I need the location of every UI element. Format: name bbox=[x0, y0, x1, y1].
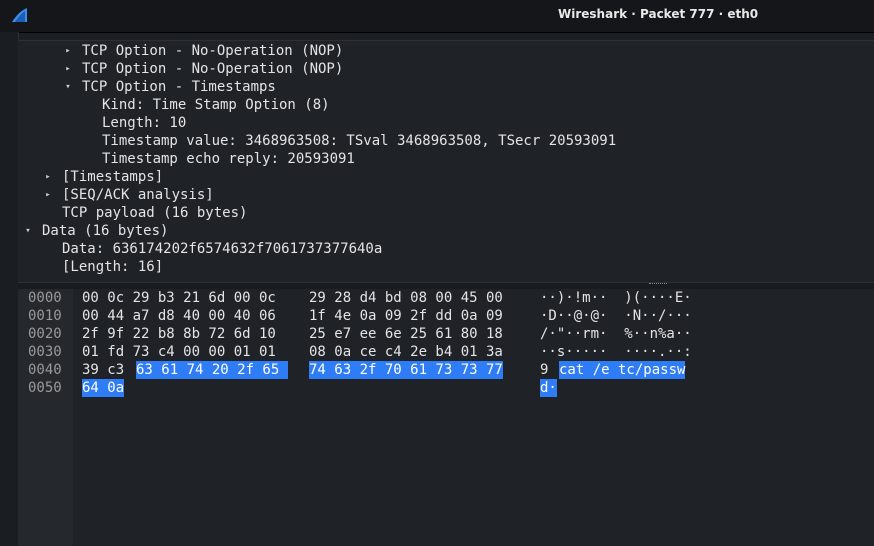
collapse-arrow-icon[interactable]: ▾ bbox=[22, 222, 34, 240]
tree-item-timestamps[interactable]: [Timestamps] bbox=[62, 168, 163, 186]
expand-arrow-icon[interactable]: ▸ bbox=[42, 168, 54, 186]
byte-offset: 0030 bbox=[28, 344, 62, 360]
tree-item-tcp-payload[interactable]: TCP payload (16 bytes) bbox=[62, 204, 247, 222]
tree-item-timestamp-value[interactable]: Timestamp value: 3468963508: TSval 34689… bbox=[102, 132, 616, 150]
byte-offset: 0000 bbox=[28, 290, 62, 306]
expand-arrow-icon[interactable]: ▸ bbox=[62, 60, 74, 78]
splitter-grip-icon[interactable] bbox=[649, 283, 667, 287]
ascii-bytes[interactable]: ·D··@·@· ·N··/··· bbox=[540, 307, 692, 325]
packet-details-pane[interactable]: ▸ TCP Option - No-Operation (NOP) ▸ TCP … bbox=[18, 40, 874, 283]
tree-item-data-length[interactable]: [Length: 16] bbox=[62, 258, 163, 276]
collapse-arrow-icon[interactable]: ▾ bbox=[62, 78, 74, 96]
tree-item-kind[interactable]: Kind: Time Stamp Option (8) bbox=[102, 96, 330, 114]
hex-bytes[interactable]: 25 e7 ee 6e 25 61 80 18 bbox=[309, 325, 503, 343]
selected-hex-bytes[interactable]: 63 61 74 20 2f 65 bbox=[136, 361, 289, 379]
hex-bytes[interactable]: 1f 4e 0a 09 2f dd 0a 09 bbox=[309, 307, 503, 325]
byte-offset: 0050 bbox=[28, 380, 62, 396]
selected-hex-bytes[interactable]: 64 0a bbox=[82, 379, 125, 397]
tree-item-tcp-option-nop[interactable]: TCP Option - No-Operation (NOP) bbox=[82, 42, 343, 60]
byte-offset: 0020 bbox=[28, 326, 62, 342]
tree-item-length[interactable]: Length: 10 bbox=[102, 114, 186, 132]
tree-item-tcp-option-nop[interactable]: TCP Option - No-Operation (NOP) bbox=[82, 60, 343, 78]
left-edge-strip bbox=[0, 32, 19, 546]
packet-bytes-pane[interactable]: 0000 00 0c 29 b3 21 6d 00 0c 29 28 d4 bd… bbox=[18, 289, 874, 546]
tree-item-data-value[interactable]: Data: 636174202f6574632f7061737377640a bbox=[62, 240, 382, 258]
byte-offset: 0040 bbox=[28, 362, 62, 378]
tree-item-tcp-option-timestamps[interactable]: TCP Option - Timestamps bbox=[82, 78, 276, 96]
ascii-bytes[interactable]: ··s····· ····.··: bbox=[540, 343, 692, 361]
title-bar: Wireshark · Packet 777 · eth0 bbox=[0, 0, 874, 33]
tree-item-seq-ack-analysis[interactable]: [SEQ/ACK analysis] bbox=[62, 186, 214, 204]
hex-bytes[interactable]: 2f 9f 22 b8 8b 72 6d 10 bbox=[82, 325, 276, 343]
expand-arrow-icon[interactable]: ▸ bbox=[42, 186, 54, 204]
tree-item-data[interactable]: Data (16 bytes) bbox=[42, 222, 168, 240]
selected-hex-bytes[interactable]: 74 63 2f 70 61 73 73 77 bbox=[309, 361, 503, 379]
byte-offset: 0010 bbox=[28, 308, 62, 324]
window-title: Wireshark · Packet 777 · eth0 bbox=[558, 7, 759, 21]
selected-ascii-bytes[interactable]: d· bbox=[540, 379, 557, 397]
hex-bytes[interactable]: 00 0c 29 b3 21 6d 00 0c bbox=[82, 289, 276, 307]
ascii-bytes[interactable]: 9 bbox=[540, 361, 548, 379]
hex-bytes[interactable]: 08 0a ce c4 2e b4 01 3a bbox=[309, 343, 503, 361]
hex-bytes[interactable]: 01 fd 73 c4 00 00 01 01 bbox=[82, 343, 276, 361]
hex-bytes[interactable]: 39 c3 bbox=[82, 361, 124, 379]
selected-ascii-bytes[interactable]: cat /e tc/passw bbox=[559, 361, 686, 379]
hex-bytes[interactable]: 00 44 a7 d8 40 00 40 06 bbox=[82, 307, 276, 325]
tree-item-timestamp-echo-reply[interactable]: Timestamp echo reply: 20593091 bbox=[102, 150, 355, 168]
hex-bytes[interactable]: 29 28 d4 bd 08 00 45 00 bbox=[309, 289, 503, 307]
ascii-bytes[interactable]: ··)·!m·· )(····E· bbox=[540, 289, 692, 307]
expand-arrow-icon[interactable]: ▸ bbox=[62, 42, 74, 60]
ascii-bytes[interactable]: /·"··rm· %··n%a·· bbox=[540, 325, 692, 343]
